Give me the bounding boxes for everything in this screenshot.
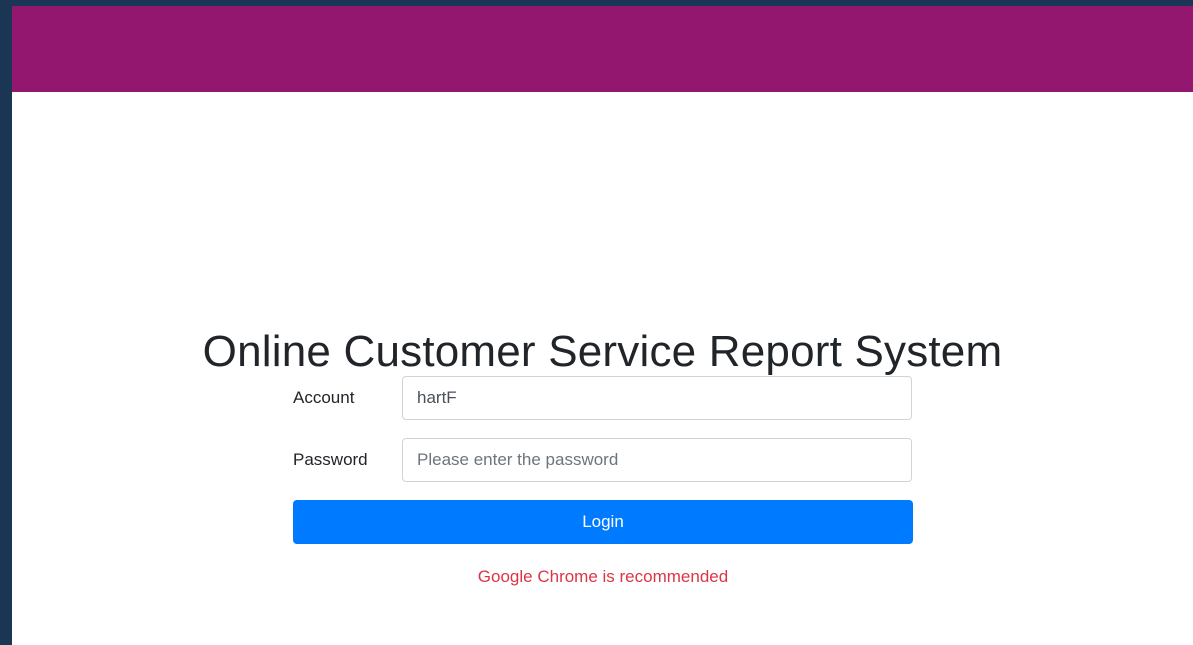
page-title: Online Customer Service Report System — [202, 327, 1003, 377]
account-input[interactable] — [402, 376, 912, 420]
login-page: Online Customer Service Report System Ac… — [12, 6, 1193, 645]
top-banner — [12, 6, 1193, 92]
account-label: Account — [293, 388, 355, 407]
password-row: Password — [293, 438, 913, 482]
password-input[interactable] — [402, 438, 912, 482]
browser-notice: Google Chrome is recommended — [477, 567, 729, 586]
password-label: Password — [293, 450, 368, 469]
login-button[interactable]: Login — [293, 500, 913, 544]
account-row: Account — [293, 376, 913, 420]
